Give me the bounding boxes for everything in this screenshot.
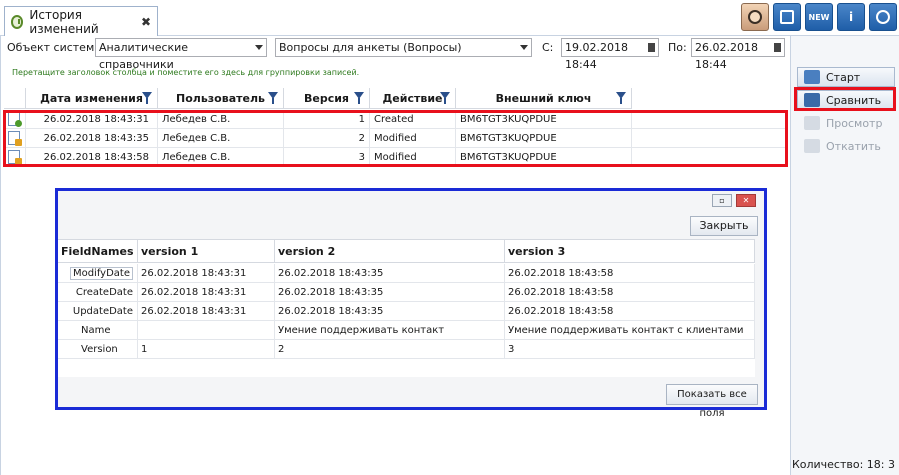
column-header-version-label: Версия <box>303 92 349 105</box>
rollback-label: Откатить <box>826 139 881 153</box>
object-select[interactable]: Аналитические справочники <box>95 38 267 71</box>
subject-select-value: Вопросы для анкеты (Вопросы) <box>279 41 462 54</box>
history-clock-icon <box>11 14 24 29</box>
column-header-version[interactable]: Версия <box>284 88 370 109</box>
calendar-icon[interactable] <box>648 43 655 52</box>
column-header-key-label: Внешний ключ <box>495 92 592 105</box>
preview-button[interactable]: Просмотр <box>797 113 895 133</box>
preview-label: Просмотр <box>826 116 883 130</box>
compare-highlight <box>794 87 896 111</box>
subject-select[interactable]: Вопросы для анкеты (Вопросы) <box>275 38 532 57</box>
filter-icon[interactable] <box>142 92 152 104</box>
from-date-input[interactable]: 19.02.2018 18:44 <box>561 38 659 71</box>
column-header-key[interactable]: Внешний ключ <box>456 88 632 109</box>
dialog-highlight <box>55 188 767 410</box>
rollback-button[interactable]: Откатить <box>797 136 895 156</box>
group-panel[interactable]: Перетащите заголовок столбца и поместите… <box>4 62 786 84</box>
column-header-date[interactable]: Дата изменения <box>26 88 158 109</box>
tab-bar: История изменений ✖ NEW i <box>0 0 899 36</box>
start-button[interactable]: Старт <box>797 67 895 87</box>
object-label: Объект системы: <box>7 41 107 54</box>
filter-row: Объект системы: Аналитические справочник… <box>0 37 790 71</box>
filter-icon[interactable] <box>616 92 626 104</box>
power-icon[interactable] <box>869 3 897 31</box>
new-icon[interactable]: NEW <box>805 3 833 31</box>
rows-highlight <box>3 110 788 167</box>
column-header-action[interactable]: Действие <box>370 88 456 109</box>
filter-icon[interactable] <box>268 92 278 104</box>
left-border <box>0 36 1 475</box>
to-label: По: <box>668 41 687 54</box>
from-label: С: <box>542 41 554 54</box>
column-header-action-label: Действие <box>382 92 443 105</box>
refresh-icon <box>804 70 820 84</box>
filter-icon[interactable] <box>440 92 450 104</box>
user-avatar-icon[interactable] <box>741 3 769 31</box>
rollback-icon <box>804 139 820 153</box>
info-icon[interactable]: i <box>837 3 865 31</box>
record-count: Количество: 18: 3 <box>791 458 895 471</box>
column-header-date-label: Дата изменения <box>40 92 143 105</box>
chevron-down-icon <box>255 45 263 50</box>
journal-icon[interactable] <box>773 3 801 31</box>
start-label: Старт <box>826 70 861 84</box>
calendar-icon[interactable] <box>774 43 781 52</box>
column-header-icon <box>4 88 26 109</box>
chevron-down-icon <box>520 45 528 50</box>
filter-icon[interactable] <box>354 92 364 104</box>
to-date-input[interactable]: 26.02.2018 18:44 <box>691 38 785 71</box>
tab-close-icon[interactable]: ✖ <box>141 15 151 29</box>
glasses-icon <box>804 116 820 130</box>
column-header-user-label: Пользователь <box>176 92 265 105</box>
column-header-user[interactable]: Пользователь <box>158 88 284 109</box>
top-toolbar: NEW i <box>741 3 897 31</box>
tab-title: История изменений <box>29 7 99 36</box>
tab-history[interactable]: История изменений ✖ <box>4 6 158 36</box>
